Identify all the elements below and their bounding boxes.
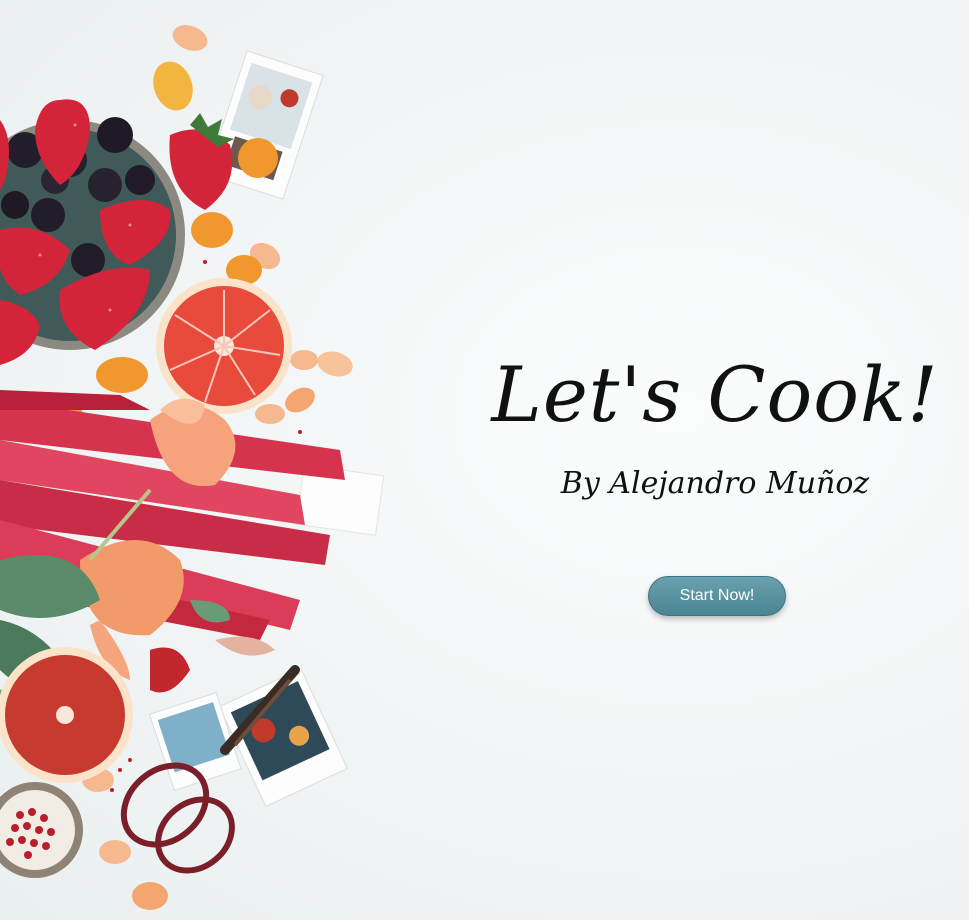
hero-section: Let's Cook! By Alejandro Muñoz Start Now…: [0, 0, 969, 920]
start-now-button[interactable]: Start Now!: [648, 576, 786, 616]
page-title: Let's Cook!: [491, 350, 939, 439]
author-subtitle: By Alejandro Muñoz: [560, 466, 870, 501]
food-photo: [0, 25, 385, 910]
